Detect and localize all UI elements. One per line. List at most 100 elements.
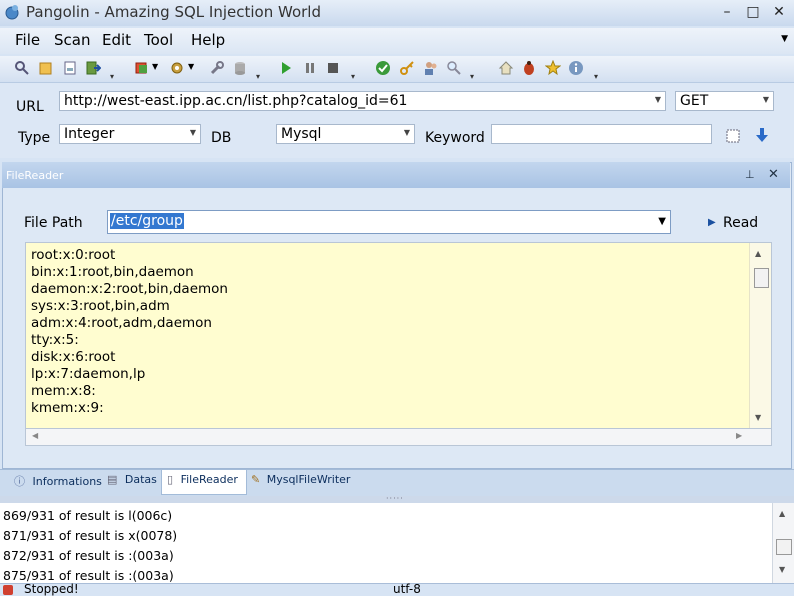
db-value: Mysql [281,126,322,142]
url-value: http://west-east.ipp.ac.cn/list.php?cata… [64,93,408,109]
settings-dropdown-icon[interactable]: ▼ [188,62,194,71]
inject-dropdown-icon[interactable]: ▼ [152,62,158,71]
settings-icon[interactable] [169,60,185,76]
scroll-thumb[interactable] [776,539,792,555]
keyword-options-icon[interactable] [726,129,740,143]
splitter-grip-icon[interactable]: ····· [386,494,404,503]
maximize-button[interactable]: □ [742,2,764,22]
info-icon[interactable] [568,60,584,76]
check-icon[interactable] [375,60,391,76]
file-line: sys:x:3:root,bin,adm [31,298,170,314]
log-line: 871/931 of result is x(0078) [3,528,178,543]
writer-icon: ✎ [251,473,261,486]
file-line: tty:x:5: [31,332,79,348]
file-line: adm:x:4:root,adm,daemon [31,315,212,331]
save-icon[interactable] [62,60,78,76]
window-title: Pangolin - Amazing SQL Injection World [26,3,321,21]
home-icon[interactable] [498,60,514,76]
users-icon[interactable] [423,60,439,76]
toolbar [0,56,794,83]
open-icon[interactable] [38,60,54,76]
type-dropdown-icon[interactable]: ▼ [190,128,196,137]
menu-scan[interactable]: Scan [54,31,90,49]
toolbar-dropdown-icon[interactable]: ▾ [594,72,600,81]
file-content-lines: root:x:0:root bin:x:1:root,bin,daemon daem… [31,247,228,417]
tab-label: Datas [124,473,157,486]
keyword-input[interactable] [491,124,712,144]
tab-label: MysqlFileWriter [266,473,351,486]
keyword-label: Keyword [425,130,485,146]
pin-icon[interactable]: ⊥ [745,168,755,181]
content-horizontal-scrollbar[interactable]: ◀ ▶ [25,429,772,446]
file-line: disk:x:6:root [31,349,116,365]
file-line: daemon:x:2:root,bin,daemon [31,281,228,297]
db-label: DB [211,130,232,146]
tab-mysqlfilewriter[interactable]: ✎ MysqlFileWriter [251,473,350,486]
type-label: Type [18,130,51,146]
log-line: 872/931 of result is :(003a) [3,548,174,563]
content-vertical-scrollbar[interactable]: ▲ ▼ [749,243,771,428]
panel-title: FileReader [6,169,64,182]
stop-icon[interactable] [325,60,341,76]
menu-file[interactable]: File [15,31,40,49]
scroll-up-icon[interactable]: ▲ [779,509,785,518]
file-line: mem:x:8: [31,383,96,399]
file-line: root:x:0:root [31,247,116,263]
method-dropdown-icon[interactable]: ▼ [763,95,769,104]
export-icon[interactable] [85,60,101,76]
download-arrow-icon[interactable] [754,127,770,143]
status-bar: Stopped! utf-8 [0,582,794,596]
scroll-thumb[interactable] [754,268,769,288]
tab-label: Informations [32,475,102,488]
scroll-right-icon[interactable]: ▶ [736,431,742,440]
scroll-down-icon[interactable]: ▼ [779,565,785,574]
db-dropdown-icon[interactable]: ▼ [404,128,410,137]
tab-filereader[interactable]: ▯ FileReader [167,473,238,486]
scroll-left-icon[interactable]: ◀ [32,431,38,440]
database-icon[interactable] [232,60,248,76]
toolbar-dropdown-icon[interactable]: ▾ [470,72,476,81]
magnifier-icon[interactable] [446,60,462,76]
tab-informations[interactable]: ⓘ Informations [14,473,102,489]
url-dropdown-icon[interactable]: ▼ [655,95,661,104]
file-path-dropdown-icon[interactable]: ▼ [658,216,666,227]
menu-help[interactable]: Help [191,31,225,49]
log-vertical-scrollbar[interactable]: ▲ ▼ [772,503,794,583]
method-select[interactable]: GET ▼ [675,91,774,111]
type-select[interactable]: Integer ▼ [59,124,201,144]
bug-icon[interactable] [521,60,537,76]
panel-close-icon[interactable]: ✕ [768,167,779,182]
stop-status-icon [3,585,13,595]
url-label: URL [16,99,44,115]
wrench-icon[interactable] [209,60,225,76]
menu-tool[interactable]: Tool [144,31,173,49]
toolbar-dropdown-icon[interactable]: ▾ [256,72,262,81]
inject-icon[interactable] [134,60,150,76]
encoding-text: utf-8 [393,582,421,596]
close-button[interactable]: ✕ [768,2,790,22]
toolbar-dropdown-icon[interactable]: ▾ [351,72,357,81]
pause-icon[interactable] [302,60,318,76]
scroll-down-icon[interactable]: ▼ [755,413,761,422]
search-icon[interactable] [14,60,30,76]
key-icon[interactable] [399,60,415,76]
db-select[interactable]: Mysql ▼ [276,124,415,144]
toolbar-dropdown-icon[interactable]: ▾ [110,72,116,81]
file-line: lp:x:7:daemon,lp [31,366,146,382]
file-content-area[interactable]: root:x:0:root bin:x:1:root,bin,daemon daem… [25,242,772,429]
url-input[interactable]: http://west-east.ipp.ac.cn/list.php?cata… [59,91,666,111]
panel-header [2,162,790,188]
read-label: Read [723,215,759,231]
star-icon[interactable] [545,60,561,76]
tab-datas[interactable]: ▤ Datas [107,473,157,486]
play-icon: ▶ [708,217,716,228]
database-icon: ▤ [107,473,118,486]
menu-overflow-icon[interactable]: ▼ [781,34,788,44]
minimize-button[interactable]: – [716,2,738,22]
file-path-input[interactable]: /etc/group ▼ [107,210,671,234]
log-area[interactable]: 869/931 of result is l(006c) 871/931 of r… [0,503,772,583]
start-icon[interactable] [278,60,294,76]
read-button[interactable]: ▶ Read [706,215,759,233]
menu-edit[interactable]: Edit [102,31,131,49]
scroll-up-icon[interactable]: ▲ [755,249,761,258]
